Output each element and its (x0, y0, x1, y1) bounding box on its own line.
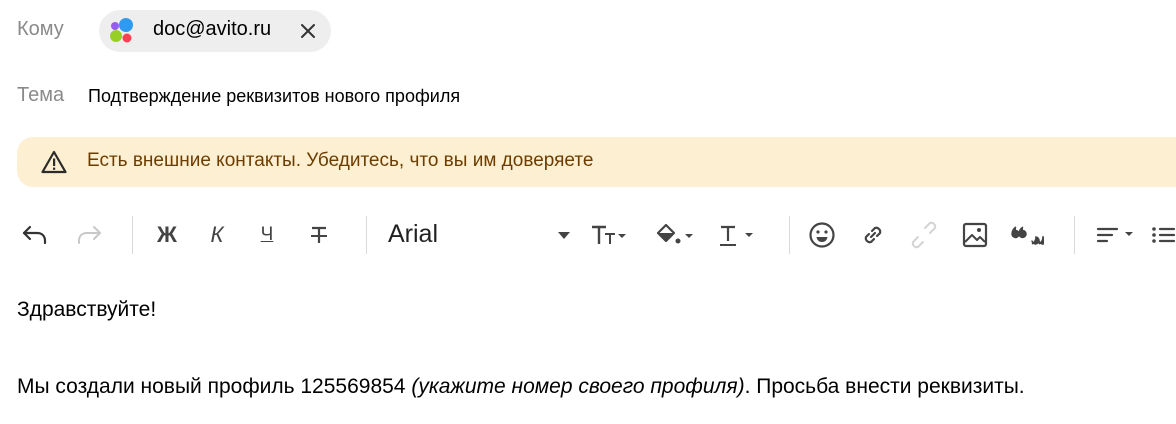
remove-recipient-icon[interactable] (299, 22, 317, 40)
formatting-toolbar: Ж К Ч Arial (0, 210, 1176, 260)
text-color-icon (720, 225, 753, 246)
message-paragraph[interactable]: Мы создали новый профиль 125569854 (укаж… (17, 375, 1025, 399)
undo-button[interactable] (18, 210, 52, 260)
fill-color-icon (656, 223, 693, 244)
unlink-icon (911, 221, 937, 249)
align-button[interactable] (1090, 210, 1142, 260)
bold-button[interactable]: Ж (150, 210, 184, 260)
emoji-icon (809, 222, 835, 248)
quote-icon (1011, 226, 1044, 245)
toolbar-separator (789, 216, 790, 254)
avito-logo-icon (110, 18, 133, 43)
paragraph-text-end: . Просьба внести реквизиты. (744, 375, 1025, 398)
insert-image-button[interactable] (958, 210, 992, 260)
quote-button[interactable] (1008, 210, 1046, 260)
toolbar-separator (366, 216, 367, 254)
image-icon (962, 222, 988, 248)
insert-link-button[interactable] (856, 210, 890, 260)
warning-text: Есть внешние контакты. Убедитесь, что вы… (87, 150, 594, 171)
font-size-icon (592, 225, 626, 244)
paragraph-text-start: Мы создали новый профиль 125569854 (17, 375, 412, 398)
font-size-button[interactable] (582, 210, 636, 260)
subject-label: Тема (17, 84, 65, 106)
remove-link-button[interactable] (907, 210, 941, 260)
warning-triangle-icon (41, 150, 67, 174)
recipient-chip[interactable]: doc@avito.ru (99, 10, 331, 52)
redo-button[interactable] (72, 210, 106, 260)
chevron-down-icon (558, 231, 570, 239)
link-icon (864, 226, 882, 244)
toolbar-separator (1074, 216, 1075, 254)
italic-button[interactable]: К (200, 210, 234, 260)
emoji-button[interactable] (805, 210, 839, 260)
external-contacts-warning: Есть внешние контакты. Убедитесь, что вы… (17, 137, 1176, 187)
align-icon (1096, 227, 1133, 243)
message-greeting[interactable]: Здравствуйте! (17, 298, 156, 322)
redo-icon (78, 226, 101, 244)
undo-icon (22, 225, 47, 245)
underline-button[interactable]: Ч (250, 210, 284, 260)
recipient-email: doc@avito.ru (153, 18, 272, 40)
font-family-select[interactable]: Arial (388, 220, 438, 249)
fill-color-button[interactable] (648, 210, 702, 260)
paragraph-italic-hint: (укажите номер своего профиля) (411, 375, 745, 398)
list-button[interactable] (1150, 210, 1176, 260)
font-family-dropdown[interactable] (552, 210, 576, 260)
toolbar-separator (132, 216, 133, 254)
strikethrough-icon (311, 226, 327, 243)
strikethrough-button[interactable] (302, 210, 336, 260)
list-icon (1152, 227, 1176, 243)
text-color-button[interactable] (710, 210, 764, 260)
to-label: Кому (17, 18, 64, 40)
subject-field[interactable]: Подтверждение реквизитов нового профиля (88, 86, 460, 107)
